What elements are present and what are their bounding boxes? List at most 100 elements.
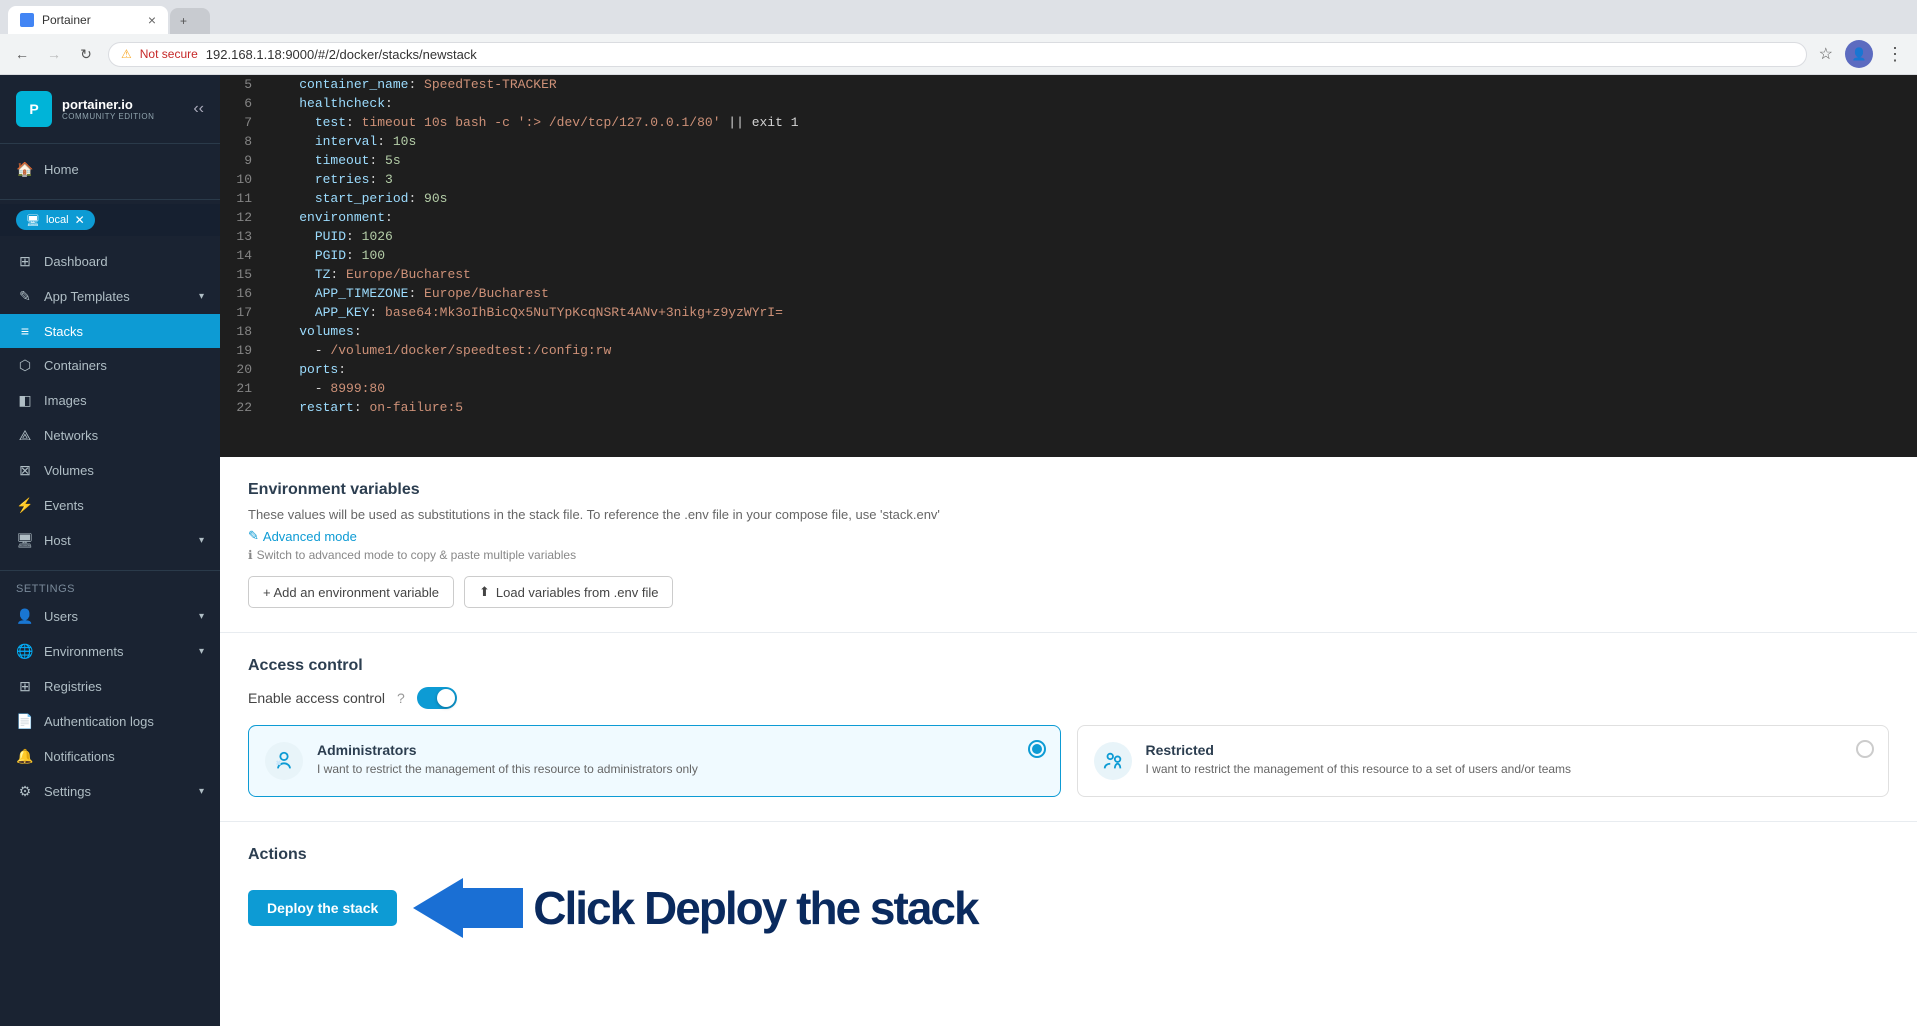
advanced-mode-label: Advanced mode xyxy=(263,529,357,544)
sidebar-item-environments[interactable]: 🌐 Environments ▾ xyxy=(0,634,220,669)
address-bar[interactable]: ⚠ Not secure 192.168.1.18:9000/#/2/docke… xyxy=(108,42,1807,67)
sidebar-item-events[interactable]: ⚡ Events xyxy=(0,488,220,523)
code-editor[interactable]: 5 container_name: SpeedTest-TRACKER 6 he… xyxy=(220,75,1917,457)
deploy-stack-button[interactable]: Deploy the stack xyxy=(248,890,397,926)
hint-text: Switch to advanced mode to copy & paste … xyxy=(257,548,577,562)
sidebar-item-home[interactable]: 🏠 Home xyxy=(0,152,220,187)
sidebar-item-stacks[interactable]: ≡ Stacks xyxy=(0,314,220,348)
sidebar-logo: P portainer.io COMMUNITY EDITION ‹‹ xyxy=(0,75,220,144)
actions-section: Actions Deploy the stack Click Deploy th… xyxy=(220,822,1917,962)
app-templates-arrow: ▾ xyxy=(199,291,204,302)
sidebar-item-networks[interactable]: ⟁ Networks xyxy=(0,418,220,453)
sidebar-events-label: Events xyxy=(44,498,84,513)
bookmark-button[interactable]: ☆ xyxy=(1815,40,1837,68)
code-line-15: 15 TZ: Europe/Bucharest xyxy=(220,265,1917,284)
edit-icon: ✎ xyxy=(248,528,259,544)
sidebar-item-auth-logs[interactable]: 📄 Authentication logs xyxy=(0,704,220,739)
active-tab[interactable]: Portainer × xyxy=(8,6,168,34)
users-arrow: ▾ xyxy=(199,611,204,622)
images-icon: ◧ xyxy=(16,392,34,409)
security-label: Not secure xyxy=(140,47,198,61)
code-line-8: 8 interval: 10s xyxy=(220,132,1917,151)
env-close-btn[interactable]: ✕ xyxy=(75,213,85,227)
app-container: P portainer.io COMMUNITY EDITION ‹‹ 🏠 Ho… xyxy=(0,75,1917,1026)
code-line-13: 13 PUID: 1026 xyxy=(220,227,1917,246)
add-env-variable-button[interactable]: + Add an environment variable xyxy=(248,576,454,608)
logo-icon: P xyxy=(16,91,52,127)
sidebar-settings-label: Settings xyxy=(44,784,91,799)
environments-icon: 🌐 xyxy=(16,643,34,660)
env-badge: 🖥 local ✕ xyxy=(16,210,95,230)
security-icon: ⚠ xyxy=(121,47,132,61)
logo-sub: COMMUNITY EDITION xyxy=(62,112,154,121)
volumes-icon: ⊠ xyxy=(16,462,34,479)
sidebar-registries-label: Registries xyxy=(44,679,102,694)
administrators-title: Administrators xyxy=(317,742,698,758)
back-button[interactable]: ← xyxy=(8,40,36,68)
host-icon: 🖥 xyxy=(16,532,34,549)
code-line-10: 10 retries: 3 xyxy=(220,170,1917,189)
sidebar-item-containers[interactable]: ⬡ Containers xyxy=(0,348,220,383)
sidebar-divider-2 xyxy=(0,570,220,571)
code-line-12: 12 environment: xyxy=(220,208,1917,227)
sidebar-dashboard-label: Dashboard xyxy=(44,254,108,269)
registries-icon: ⊞ xyxy=(16,678,34,695)
restricted-text: Restricted I want to restrict the manage… xyxy=(1146,742,1572,776)
reload-button[interactable]: ↻ xyxy=(72,40,100,68)
nav-buttons: ← → ↻ xyxy=(8,40,100,68)
containers-icon: ⬡ xyxy=(16,357,34,374)
tab-close-btn[interactable]: × xyxy=(148,12,156,28)
sidebar-images-label: Images xyxy=(44,393,87,408)
env-variables-buttons: + Add an environment variable ⬆ Load var… xyxy=(248,576,1889,608)
access-control-help-icon: ? xyxy=(397,690,405,706)
deploy-area: Deploy the stack Click Deploy the stack xyxy=(248,878,1889,938)
browser-tabs: Portainer × + xyxy=(8,6,1909,34)
sidebar-item-users[interactable]: 👤 Users ▾ xyxy=(0,599,220,634)
menu-button[interactable]: ⋮ xyxy=(1881,40,1909,68)
restricted-icon xyxy=(1094,742,1132,780)
env-name: local xyxy=(46,214,69,226)
sidebar-item-settings[interactable]: ⚙ Settings ▾ xyxy=(0,774,220,809)
load-env-file-button[interactable]: ⬆ Load variables from .env file xyxy=(464,576,674,608)
advanced-mode-link[interactable]: ✎ Advanced mode xyxy=(248,528,1889,544)
sidebar-networks-label: Networks xyxy=(44,428,98,443)
annotation-arrow-container: Click Deploy the stack xyxy=(413,878,977,938)
logo-text: portainer.io COMMUNITY EDITION xyxy=(62,97,154,121)
access-card-restricted[interactable]: Restricted I want to restrict the manage… xyxy=(1077,725,1890,797)
restricted-radio[interactable] xyxy=(1856,740,1874,758)
environments-arrow: ▾ xyxy=(199,646,204,657)
logo-area: P portainer.io COMMUNITY EDITION xyxy=(16,91,154,127)
app-templates-icon: ✎ xyxy=(16,288,34,305)
access-card-administrators[interactable]: Administrators I want to restrict the ma… xyxy=(248,725,1061,797)
browser-toolbar: ← → ↻ ⚠ Not secure 192.168.1.18:9000/#/2… xyxy=(0,34,1917,75)
sidebar-notifications-label: Notifications xyxy=(44,749,115,764)
sidebar-item-registries[interactable]: ⊞ Registries xyxy=(0,669,220,704)
sidebar-item-host[interactable]: 🖥 Host ▾ xyxy=(0,523,220,558)
code-line-21: 21 - 8999:80 xyxy=(220,379,1917,398)
url-text: 192.168.1.18:9000/#/2/docker/stacks/news… xyxy=(206,47,477,62)
sidebar-item-dashboard[interactable]: ⊞ Dashboard xyxy=(0,244,220,279)
content-area: 5 container_name: SpeedTest-TRACKER 6 he… xyxy=(220,75,1917,1026)
tab-title: Portainer xyxy=(42,13,91,27)
access-control-toggle[interactable] xyxy=(417,687,457,709)
access-control-title: Access control xyxy=(248,657,1889,675)
sidebar-app-templates-label: App Templates xyxy=(44,289,130,304)
auth-logs-icon: 📄 xyxy=(16,713,34,730)
profile-avatar[interactable]: 👤 xyxy=(1845,40,1873,68)
sidebar-item-app-templates[interactable]: ✎ App Templates ▾ xyxy=(0,279,220,314)
new-tab-btn[interactable]: + xyxy=(170,8,210,34)
info-icon: ℹ xyxy=(248,548,253,562)
actions-title: Actions xyxy=(248,846,1889,864)
dashboard-icon: ⊞ xyxy=(16,253,34,270)
sidebar-users-label: Users xyxy=(44,609,78,624)
sidebar-item-images[interactable]: ◧ Images xyxy=(0,383,220,418)
administrators-radio[interactable] xyxy=(1028,740,1046,758)
access-control-label: Enable access control xyxy=(248,690,385,706)
settings-icon: ⚙ xyxy=(16,783,34,800)
sidebar-collapse-btn[interactable]: ‹‹ xyxy=(193,100,204,118)
sidebar-item-volumes[interactable]: ⊠ Volumes xyxy=(0,453,220,488)
forward-button[interactable]: → xyxy=(40,40,68,68)
sidebar-volumes-label: Volumes xyxy=(44,463,94,478)
sidebar-item-notifications[interactable]: 🔔 Notifications xyxy=(0,739,220,774)
code-line-19: 19 - /volume1/docker/speedtest:/config:r… xyxy=(220,341,1917,360)
